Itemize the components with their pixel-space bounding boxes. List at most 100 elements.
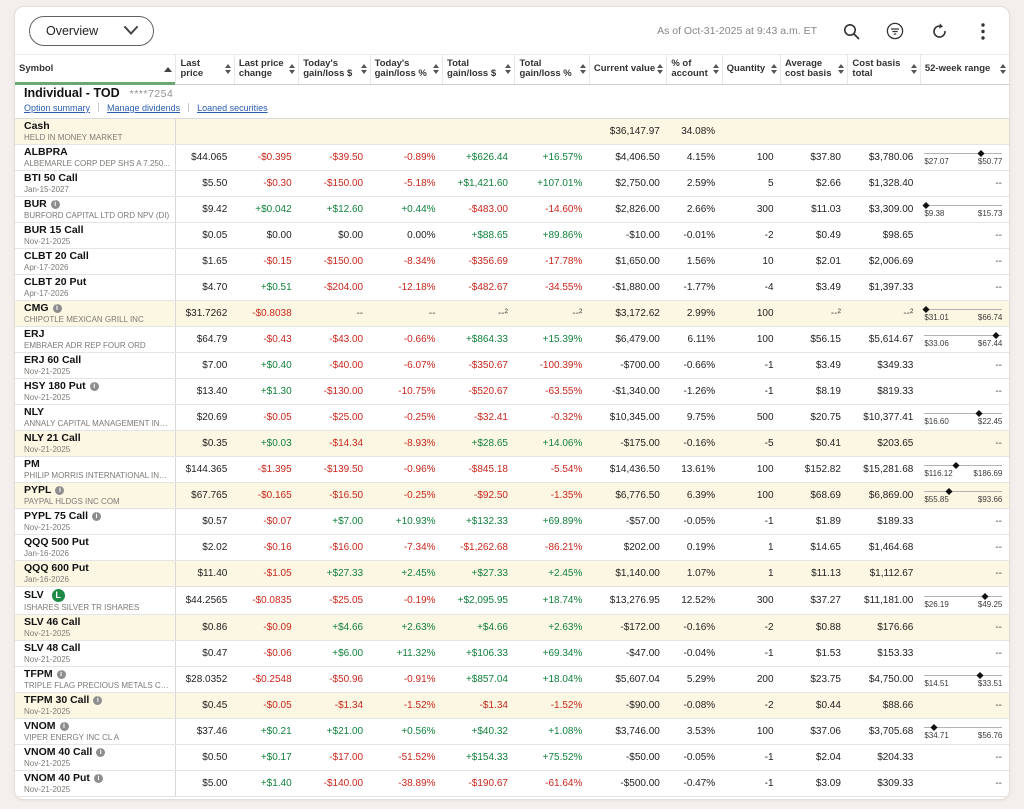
refresh-icon[interactable] [929,21,949,41]
symbol-description: Jan-15-2027 [24,185,171,194]
column-header-total-gain-loss-dollar[interactable]: Total gain/loss $ [443,55,515,85]
column-header-cost-basis-total[interactable]: Cost basis total [848,55,920,85]
cell-quantity: -5 [722,431,780,457]
cell-quantity: 100 [722,719,780,745]
column-header-last-price-change[interactable]: Last price change [234,55,298,85]
range-marker-icon [952,461,959,468]
cell-total-gain-loss-percent: +16.57% [515,145,589,171]
link-manage-dividends[interactable]: Manage dividends [107,103,180,113]
symbol-link[interactable]: HSY 180 Put [24,381,86,392]
symbol-link[interactable]: ALBPRA [24,147,68,158]
symbol-link[interactable]: TFPM [24,669,53,680]
column-header-quantity[interactable]: Quantity [722,55,780,85]
column-header-last-price[interactable]: Last price [176,55,234,85]
info-icon[interactable]: i [92,512,101,521]
symbol-link[interactable]: CLBT 20 Put [24,277,86,288]
info-icon[interactable]: i [55,486,64,495]
info-icon[interactable]: i [90,382,99,391]
lending-badge-icon[interactable]: L [52,589,65,602]
position-row-bur: BURiBURFORD CAPITAL LTD ORD NPV (DI)$9.4… [15,197,1009,223]
range-high-label: $22.45 [978,417,1002,426]
filter-icon[interactable] [885,21,905,41]
symbol-link[interactable]: SLV [24,590,44,601]
symbol-link[interactable]: QQQ 500 Put [24,537,89,548]
position-row-bur-15-call: BUR 15 CallNov-21-2025$0.05$0.00$0.000.0… [15,223,1009,249]
info-icon[interactable]: i [93,696,102,705]
symbol-link[interactable]: NLY [24,407,44,418]
symbol-link[interactable]: PYPL [24,485,51,496]
cell-cost-basis-total: $11,181.00 [848,587,920,615]
search-icon[interactable] [841,21,861,41]
position-row-slv-46-call: SLV 46 CallNov-21-2025$0.86-$0.09+$4.66+… [15,615,1009,641]
cell-percent-of-account: -0.47% [667,771,722,797]
symbol-link[interactable]: PM [24,459,40,470]
symbol-link[interactable]: VNOM 40 Call [24,747,92,758]
symbol-description: Nov-21-2025 [24,393,171,402]
symbol-link[interactable]: BUR [24,199,47,210]
symbol-link[interactable]: PYPL 75 Call [24,511,88,522]
positions-panel: Overview As of Oct-31-2025 at 9:43 a.m. … [14,6,1010,800]
symbol-link[interactable]: ERJ [24,329,44,340]
cell-52-week-range: -- [920,379,1009,405]
column-header-label: Quantity [727,64,766,74]
info-icon[interactable]: i [60,722,69,731]
cell-total-gain-loss-percent: -1.52% [515,693,589,719]
symbol-link[interactable]: VNOM [24,721,56,732]
cell-cost-basis-total: $3,780.06 [848,145,920,171]
info-icon[interactable]: i [94,774,103,783]
sort-toggle-icon [771,64,777,74]
cell-todays-gain-loss-percent: -0.25% [370,405,442,431]
symbol-link[interactable]: CLBT 20 Call [24,251,89,262]
column-header-symbol[interactable]: Symbol [15,55,176,85]
cell-52-week-range: $31.01$66.74 [920,301,1009,327]
column-header-average-cost-basis[interactable]: Average cost basis [781,55,848,85]
symbol-link[interactable]: SLV 46 Call [24,617,80,628]
range-marker-icon [977,149,984,156]
view-selector-dropdown[interactable]: Overview [29,16,154,46]
symbol-link[interactable]: SLV 48 Call [24,643,80,654]
info-icon[interactable]: i [57,670,66,679]
cell-average-cost-basis: $2.04 [781,745,848,771]
info-icon[interactable]: i [51,200,60,209]
link-loaned-securities[interactable]: Loaned securities [197,103,268,113]
overflow-menu-icon[interactable] [973,21,993,41]
symbol-link[interactable]: QQQ 600 Put [24,563,89,574]
cell-quantity: 100 [722,145,780,171]
column-header-total-gain-loss-percent[interactable]: Total gain/loss % [515,55,589,85]
symbol-link[interactable]: BUR 15 Call [24,225,84,236]
cell-current-value: -$175.00 [589,431,666,457]
column-header-todays-gain-loss-dollar[interactable]: Today's gain/loss $ [299,55,370,85]
symbol-link[interactable]: Cash [24,121,50,132]
position-row-hsy-180-put: HSY 180 PutiNov-21-2025$13.40+$1.30-$130… [15,379,1009,405]
column-header-label: Today's gain/loss $ [303,59,358,79]
position-row-bti-50-call: BTI 50 CallJan-15-2027$5.50-$0.30-$150.0… [15,171,1009,197]
cell-quantity: -2 [722,615,780,641]
info-icon[interactable]: i [96,748,105,757]
symbol-link[interactable]: CMG [24,303,49,314]
cell-total-gain-loss-percent: +89.86% [515,223,589,249]
column-header-current-value[interactable]: Current value [589,55,666,85]
cell-percent-of-account: 2.59% [667,171,722,197]
cell-cost-basis-total: $1,112.67 [848,561,920,587]
symbol-link[interactable]: BTI 50 Call [24,173,78,184]
cell-total-gain-loss-dollar: +$2,095.95 [443,587,515,615]
cell-todays-gain-loss-dollar: -$14.34 [299,431,370,457]
symbol-link[interactable]: VNOM 40 Put [24,773,90,784]
column-header-percent-of-account[interactable]: % of account [667,55,722,85]
symbol-link[interactable]: NLY 21 Call [24,433,81,444]
cell-last-price-change: -$0.09 [234,615,298,641]
symbol-link[interactable]: ERJ 60 Call [24,355,81,366]
link-option-summary[interactable]: Option summary [24,103,90,113]
column-header-52-week-range[interactable]: 52-week range [920,55,1009,85]
cell-last-price-change: -$0.06 [234,641,298,667]
info-icon[interactable]: i [53,304,62,313]
cell-last-price: $67.765 [176,483,234,509]
cell-symbol: SLV 48 CallNov-21-2025 [15,641,176,667]
symbol-link[interactable]: TFPM 30 Call [24,695,89,706]
as-of-timestamp: As of Oct-31-2025 at 9:43 a.m. ET [657,25,817,37]
cell-total-gain-loss-dollar: --² [443,301,515,327]
column-header-label: Total gain/loss $ [447,59,503,79]
column-header-todays-gain-loss-percent[interactable]: Today's gain/loss % [370,55,442,85]
symbol-description: ALBEMARLE CORP DEP SHS A 7.250... [24,159,171,168]
cell-average-cost-basis: $37.27 [781,587,848,615]
